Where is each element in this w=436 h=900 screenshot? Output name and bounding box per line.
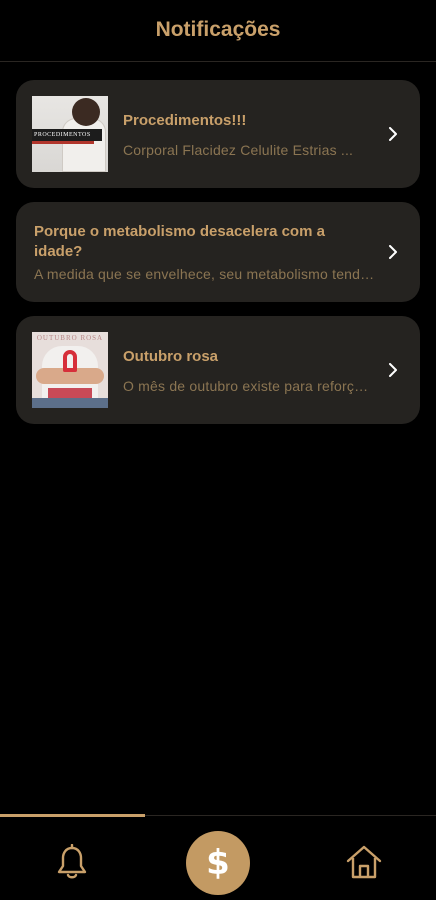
chevron-right-icon [389, 245, 397, 259]
payment-button[interactable]: $ [186, 831, 250, 895]
bottom-tab-bar: $ [0, 814, 436, 900]
tab-notifications[interactable] [52, 842, 92, 882]
chevron-right-icon [389, 363, 397, 377]
notification-subtitle: A medida que se envelhece, seu metabolis… [34, 266, 376, 282]
notification-card[interactable]: OUTUBRO ROSA Outubro rosa O mês de outub… [16, 316, 420, 424]
home-icon [346, 845, 382, 879]
page-title: Notificações [155, 17, 281, 41]
chevron-right-icon [389, 127, 397, 141]
notification-card[interactable]: Porque o metabolismo desacelera com a id… [16, 202, 420, 302]
notification-list: PROCEDIMENTOS Procedimentos!!! Corporal … [0, 62, 436, 424]
app-header: Notificações [0, 0, 436, 62]
notification-subtitle: Corporal Flacidez Celulite Estrias ... [123, 141, 354, 158]
bell-icon [57, 844, 87, 879]
notification-title: Procedimentos!!! [123, 111, 247, 129]
tab-home[interactable] [343, 842, 385, 882]
outubro-rosa-thumbnail: OUTUBRO ROSA [32, 332, 108, 408]
active-tab-indicator [0, 814, 145, 817]
notification-title: Porque o metabolismo desacelera com a id… [34, 223, 325, 260]
notification-title: Outubro rosa [123, 347, 219, 365]
notification-card[interactable]: PROCEDIMENTOS Procedimentos!!! Corporal … [16, 80, 420, 188]
notification-subtitle: O mês de outubro existe para reforçar ..… [123, 377, 376, 394]
dollar-icon: $ [206, 843, 230, 883]
procedimentos-thumbnail: PROCEDIMENTOS [32, 96, 108, 172]
